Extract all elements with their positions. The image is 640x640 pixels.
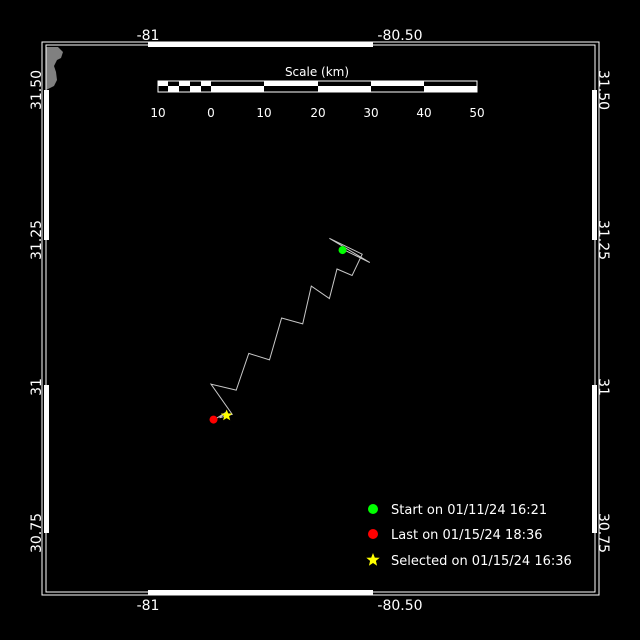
last-marker[interactable] [209, 415, 218, 424]
legend-last-label: Last on 01/15/24 18:36 [391, 528, 543, 543]
legend-selected-label: Selected on 01/15/24 16:36 [391, 554, 572, 569]
lat-tick-left-4: 30.75 [29, 513, 45, 553]
lon-tick-bottom-2: -80.50 [377, 598, 422, 614]
scale-title: Scale (km) [285, 65, 349, 79]
lat-tick-right-4: 30.75 [595, 513, 611, 553]
map-canvas: -81 -80.50 -81 -80.50 31.50 31.25 31 30.… [0, 0, 640, 640]
scale-label-3: 10 [256, 106, 271, 120]
scale-label-4: 20 [310, 106, 325, 120]
legend-start-icon [368, 504, 378, 514]
lon-tick-bottom-1: -81 [137, 598, 160, 614]
scale-label-7: 50 [469, 106, 484, 120]
lat-tick-right-2: 31.25 [595, 220, 611, 260]
legend-start-label: Start on 01/11/24 16:21 [391, 503, 547, 518]
lon-tick-top-1: -81 [137, 28, 160, 44]
lat-tick-right-3: 31 [595, 378, 611, 396]
legend: Start on 01/11/24 16:21 Last on 01/15/24… [366, 503, 572, 569]
scale-label-5: 30 [363, 106, 378, 120]
scale-label-2: 0 [207, 106, 215, 120]
legend-last-icon [368, 529, 378, 539]
scale-label-1: 10 [150, 106, 165, 120]
lon-tick-top-2: -80.50 [377, 28, 422, 44]
start-marker[interactable] [338, 246, 347, 255]
lat-tick-left-1: 31.50 [29, 70, 45, 110]
lat-tick-left-2: 31.25 [29, 220, 45, 260]
scale-label-6: 40 [416, 106, 431, 120]
lat-tick-left-3: 31 [29, 378, 45, 396]
lat-tick-right-1: 31.50 [595, 70, 611, 110]
